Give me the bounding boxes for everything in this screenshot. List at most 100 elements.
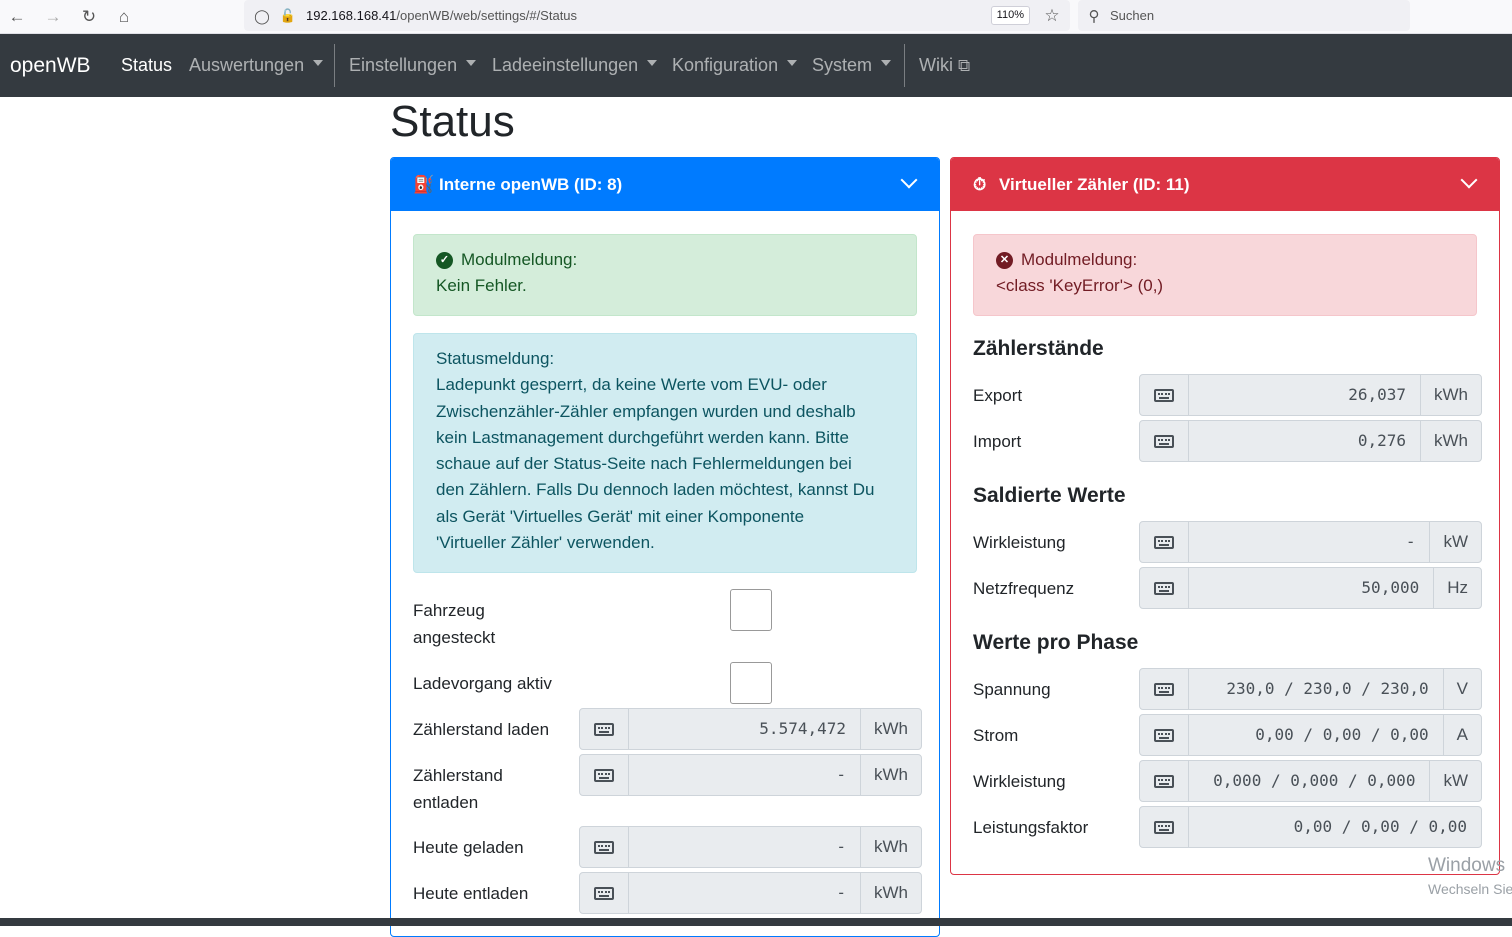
chargepoint-card: ⛽ Interne openWB (ID: 8) ✓ Modulmeldung: … <box>390 157 940 937</box>
discharged-today-value: - <box>629 872 860 914</box>
meter-discharge-value: - <box>629 754 860 796</box>
module-message-text: Kein Fehler. <box>436 276 527 295</box>
status-line: als Gerät 'Virtuelles Gerät' mit einer K… <box>436 506 805 526</box>
brand-logo[interactable]: openWB <box>10 34 91 97</box>
url-text[interactable]: 192.168.168.41/openWB/web/settings/#/Sta… <box>306 8 577 23</box>
frequency-value: 50,000 <box>1189 567 1434 609</box>
charged-today-value: - <box>629 826 860 868</box>
current-value: 0,00 / 0,00 / 0,00 <box>1189 714 1443 756</box>
keyboard-icon <box>579 872 629 914</box>
nav-system[interactable]: System <box>812 34 892 97</box>
vehicle-plugged-label: Fahrzeug angesteckt <box>413 597 495 651</box>
nav-wiki-label: Wiki <box>919 55 953 75</box>
nav-ladeeinstellungen[interactable]: Ladeeinstellungen <box>492 34 658 97</box>
status-line: schaue auf der Status-Seite nach Fehlerm… <box>436 454 852 474</box>
home-icon[interactable]: ⌂ <box>110 3 138 31</box>
zoom-indicator[interactable]: 110% <box>990 6 1030 25</box>
nav-status[interactable]: Status <box>121 34 172 97</box>
frequency-label: Netzfrequenz <box>973 579 1075 598</box>
keyboard-icon <box>1139 806 1189 848</box>
virtual-meter-card-header[interactable]: ⏱ Virtueller Zähler (ID: 11) <box>951 158 1499 211</box>
import-unit: kWh <box>1420 420 1482 462</box>
import-value: 0,276 <box>1189 420 1420 462</box>
status-line: 'Virtueller Zähler' verwenden. <box>436 533 655 553</box>
caret-down-icon <box>647 60 658 67</box>
keyboard-icon <box>1139 760 1189 802</box>
meter-discharge-line2: entladen <box>413 793 479 812</box>
windows-activation-watermark-sub: Wechseln Sie <box>1428 881 1512 897</box>
voltage-label: Spannung <box>973 680 1051 699</box>
module-message-text: <class 'KeyError'> (0,) <box>996 276 1164 295</box>
keyboard-icon <box>579 708 629 750</box>
meter-discharge-field: - kWh <box>579 754 922 796</box>
caret-down-icon <box>787 60 798 67</box>
nav-konfiguration[interactable]: Konfiguration <box>672 34 798 97</box>
vehicle-plugged-checkbox[interactable] <box>730 589 772 631</box>
chevron-down-icon[interactable] <box>1460 171 1478 189</box>
nav-wiki[interactable]: Wiki ⧉ <box>919 34 970 97</box>
meter-charge-label: Zählerstand laden <box>413 720 550 739</box>
search-icon: ⚲ <box>1088 8 1100 25</box>
nav-auswertungen[interactable]: Auswertungen <box>189 34 324 97</box>
status-message-label: Statusmeldung: <box>436 349 555 368</box>
module-message-label: Modulmeldung: <box>461 250 578 269</box>
nav-auswertungen-label: Auswertungen <box>189 55 305 75</box>
module-message-error: ✕ Modulmeldung: <class 'KeyError'> (0,) <box>973 234 1477 316</box>
chevron-down-icon[interactable] <box>900 171 918 189</box>
frequency-field: 50,000 Hz <box>1139 567 1482 609</box>
status-line: Zwischenzähler-Zähler empfangen wurden u… <box>436 401 856 421</box>
charging-active-checkbox[interactable] <box>730 662 772 704</box>
vehicle-plugged-line2: angesteckt <box>413 628 496 647</box>
module-message-label: Modulmeldung: <box>1021 250 1138 269</box>
windows-activation-watermark: Windows <box>1428 855 1506 876</box>
chargepoint-card-header[interactable]: ⛽ Interne openWB (ID: 8) <box>391 158 939 211</box>
check-circle-icon: ✓ <box>436 252 453 269</box>
charging-station-icon: ⛽ <box>413 175 435 194</box>
url-host: 192.168.168.41 <box>306 8 397 23</box>
address-bar[interactable]: ◯ 🔓 192.168.168.41/openWB/web/settings/#… <box>244 0 1070 31</box>
shield-icon[interactable]: ◯ <box>248 2 276 30</box>
keyboard-icon <box>579 754 629 796</box>
phase-power-field: 0,000 / 0,000 / 0,000 kW <box>1139 760 1482 802</box>
active-power-unit: kW <box>1429 521 1482 563</box>
active-power-field: - kW <box>1139 521 1482 563</box>
phase-power-value: 0,000 / 0,000 / 0,000 <box>1189 760 1430 802</box>
meter-charge-value: 5.574,472 <box>629 708 860 750</box>
gauge-icon: ⏱ <box>973 175 987 194</box>
section-balanced-values: Saldierte Werte <box>973 484 1126 507</box>
meter-charge-field: 5.574,472 kWh <box>579 708 922 750</box>
power-factor-value: 0,00 / 0,00 / 0,00 <box>1189 806 1482 848</box>
virtual-meter-card-title: Virtueller Zähler (ID: 11) <box>999 175 1190 194</box>
nav-status-label: Status <box>121 55 173 75</box>
export-label: Export <box>973 386 1023 405</box>
reload-icon[interactable]: ↻ <box>75 3 103 31</box>
nav-ladeeinstellungen-label: Ladeeinstellungen <box>492 55 639 75</box>
discharged-today-field: - kWh <box>579 872 922 914</box>
meter-charge-unit: kWh <box>860 708 922 750</box>
import-label: Import <box>973 432 1022 451</box>
section-phase-values: Werte pro Phase <box>973 631 1139 654</box>
insecure-lock-icon[interactable]: 🔓 <box>274 2 302 30</box>
active-power-value: - <box>1189 521 1430 563</box>
taskbar-edge <box>0 918 1512 926</box>
meter-discharge-label: Zählerstand entladen <box>413 762 503 816</box>
nav-einstellungen[interactable]: Einstellungen <box>349 34 477 97</box>
main-navbar: openWB Status Auswertungen Einstellungen… <box>0 34 1512 97</box>
current-field: 0,00 / 0,00 / 0,00 A <box>1139 714 1482 756</box>
status-message-info: Statusmeldung: Ladepunkt gesperrt, da ke… <box>413 333 917 573</box>
nav-divider <box>334 44 335 87</box>
power-factor-label: Leistungsfaktor <box>973 818 1089 837</box>
power-factor-field: 0,00 / 0,00 / 0,00 <box>1139 806 1482 848</box>
chargepoint-card-title: Interne openWB (ID: 8) <box>439 175 623 194</box>
virtual-meter-card: ⏱ Virtueller Zähler (ID: 11) ✕ Modulmeldu… <box>950 157 1500 875</box>
export-value: 26,037 <box>1189 374 1420 416</box>
nav-einstellungen-label: Einstellungen <box>349 55 458 75</box>
bookmark-star-icon[interactable]: ☆ <box>1038 2 1066 30</box>
nav-divider <box>904 44 905 87</box>
search-input[interactable]: ⚲ Suchen <box>1078 0 1410 31</box>
caret-down-icon <box>466 60 477 67</box>
url-path: /openWB/web/settings/#/Status <box>396 8 578 23</box>
forward-icon[interactable]: → <box>39 3 67 31</box>
back-icon[interactable]: ← <box>3 3 31 31</box>
keyboard-icon <box>1139 420 1189 462</box>
